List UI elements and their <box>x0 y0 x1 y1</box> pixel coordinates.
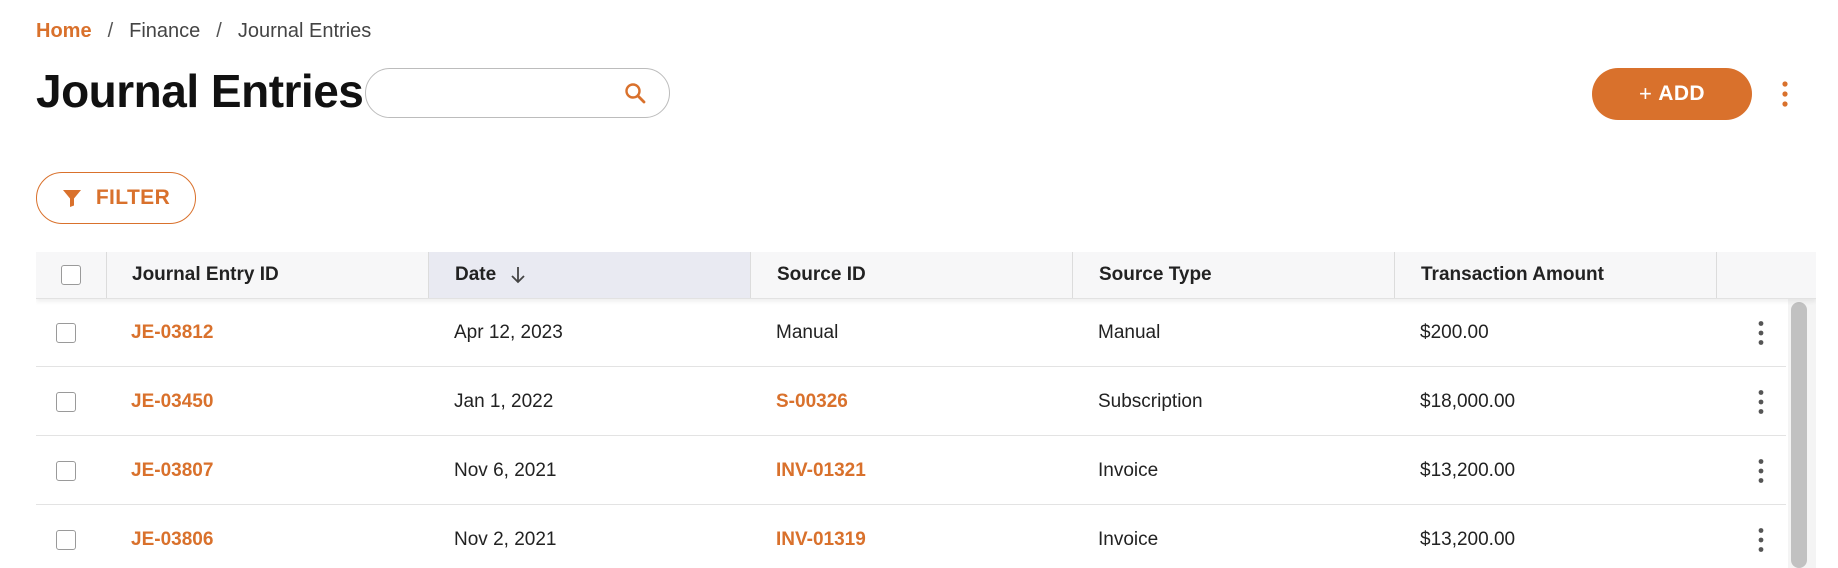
filter-button[interactable]: FILTER <box>36 172 196 224</box>
source-id-link[interactable]: INV-01319 <box>776 505 866 568</box>
table-row[interactable]: JE-03806 Nov 2, 2021 INV-01319 Invoice $… <box>36 505 1786 568</box>
more-vertical-icon[interactable] <box>1751 457 1771 485</box>
breadcrumb-finance-link[interactable]: Finance <box>129 20 200 43</box>
row-checkbox[interactable] <box>56 460 76 481</box>
table-row[interactable]: JE-03807 Nov 6, 2021 INV-01321 Invoice $… <box>36 436 1786 505</box>
column-header-date[interactable]: Date <box>429 252 750 298</box>
row-checkbox[interactable] <box>56 322 76 343</box>
amount-cell: $13,200.00 <box>1420 528 1516 550</box>
select-all-cell <box>36 252 106 298</box>
row-checkbox-cell <box>56 505 76 568</box>
breadcrumb-current: Journal Entries <box>237 20 372 42</box>
journal-entries-table: Journal Entry ID Date Source ID Source T… <box>36 252 1816 568</box>
breadcrumb-home-link[interactable]: Home <box>36 20 92 43</box>
search-icon[interactable] <box>623 81 647 105</box>
column-header-label: Transaction Amount <box>1421 264 1604 285</box>
plus-icon: + <box>1639 81 1653 106</box>
column-header-source-id[interactable]: Source ID <box>751 252 1072 298</box>
amount-cell: $18,000.00 <box>1420 390 1516 412</box>
breadcrumb-separator: / <box>216 20 222 42</box>
source-type-cell: Subscription <box>1098 390 1203 412</box>
row-checkbox[interactable] <box>56 529 76 550</box>
more-vertical-icon[interactable] <box>1751 388 1771 416</box>
breadcrumb-separator: / <box>107 20 114 42</box>
column-divider <box>1716 252 1717 298</box>
date-cell: Apr 12, 2023 <box>454 321 563 343</box>
journal-entry-id-link[interactable]: JE-03812 <box>131 298 213 367</box>
column-header-transaction-amount[interactable]: Transaction Amount <box>1395 252 1716 298</box>
row-checkbox-cell <box>56 436 76 505</box>
more-vertical-icon[interactable] <box>1773 79 1797 109</box>
page-title: Journal Entries <box>36 65 364 117</box>
row-checkbox-cell <box>56 298 76 367</box>
column-header-journal-entry-id[interactable]: Journal Entry ID <box>106 252 428 298</box>
row-checkbox-cell <box>56 367 76 436</box>
filter-icon <box>62 190 81 207</box>
journal-entry-id-link[interactable]: JE-03806 <box>131 505 213 568</box>
date-cell: Nov 6, 2021 <box>454 459 557 481</box>
amount-cell: $13,200.00 <box>1420 459 1516 481</box>
arrow-down-icon[interactable] <box>508 265 528 285</box>
date-cell: Nov 2, 2021 <box>454 528 557 550</box>
breadcrumb: Home / Finance / Journal Entries <box>36 20 371 43</box>
add-button-label: ADD <box>1658 82 1705 105</box>
source-type-cell: Invoice <box>1098 459 1159 481</box>
source-id-link[interactable]: INV-01321 <box>776 436 866 505</box>
more-vertical-icon[interactable] <box>1751 526 1771 554</box>
source-id-cell: Manual <box>776 321 839 343</box>
row-checkbox[interactable] <box>56 391 76 412</box>
column-header-label: Source Type <box>1099 264 1212 285</box>
column-header-source-type[interactable]: Source Type <box>1073 252 1394 298</box>
column-header-label: Journal Entry ID <box>132 264 279 285</box>
date-cell: Jan 1, 2022 <box>454 390 554 412</box>
table-row[interactable]: JE-03812 Apr 12, 2023 Manual Manual $200… <box>36 298 1786 367</box>
table-row[interactable]: JE-03450 Jan 1, 2022 S-00326 Subscriptio… <box>36 367 1786 436</box>
table-header: Journal Entry ID Date Source ID Source T… <box>36 252 1816 299</box>
add-button[interactable]: + ADD <box>1592 68 1752 120</box>
scrollbar-thumb[interactable] <box>1791 302 1807 568</box>
amount-cell: $200.00 <box>1420 321 1489 343</box>
source-type-cell: Manual <box>1098 321 1161 343</box>
search-input[interactable] <box>386 79 610 109</box>
column-header-label: Date <box>455 264 497 285</box>
source-id-link[interactable]: S-00326 <box>776 367 848 436</box>
source-type-cell: Invoice <box>1098 528 1159 550</box>
search-box <box>365 68 670 118</box>
journal-entry-id-link[interactable]: JE-03807 <box>131 436 213 505</box>
column-header-label: Source ID <box>777 264 866 285</box>
select-all-checkbox[interactable] <box>61 265 81 285</box>
filter-button-label: FILTER <box>95 186 171 209</box>
more-vertical-icon[interactable] <box>1751 319 1771 347</box>
journal-entry-id-link[interactable]: JE-03450 <box>131 367 213 436</box>
